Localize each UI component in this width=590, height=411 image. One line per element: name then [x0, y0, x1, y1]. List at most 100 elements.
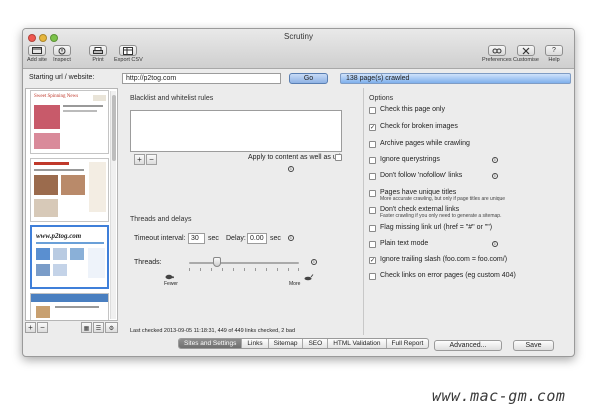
threads-info-icon[interactable]: i: [311, 259, 317, 265]
fewer-label: Fewer: [164, 281, 178, 287]
save-button[interactable]: Save: [513, 340, 554, 351]
threads-slider-knob[interactable]: [213, 257, 221, 267]
option-checkbox[interactable]: [369, 173, 376, 180]
tab-html-validation[interactable]: HTML Validation: [328, 339, 387, 348]
thumbnail-text-line: [34, 162, 69, 165]
delay-input[interactable]: 0.00: [247, 233, 267, 244]
option-label: Check this page only: [380, 106, 445, 113]
slider-tick: [233, 268, 234, 271]
option-check-error-pages[interactable]: Check links on error pages (eg custom 40…: [369, 272, 516, 280]
remove-rule-button[interactable]: −: [146, 154, 157, 165]
advanced-button[interactable]: Advanced...: [434, 340, 502, 351]
thumbnail-photo: [36, 264, 50, 276]
thumbnail-photo: [34, 105, 60, 129]
option-text: Archive pages while crawling: [380, 140, 470, 147]
thumbnail-column: [89, 162, 106, 212]
threads-slider-ticks: [189, 268, 299, 271]
gear-icon: ⚙: [108, 326, 115, 332]
site-thumbnail[interactable]: [30, 293, 109, 320]
option-label: Archive pages while crawling: [380, 140, 470, 147]
slider-tick: [298, 268, 299, 271]
thumbnail-text-line: [34, 169, 84, 171]
starting-url-input[interactable]: http://p2tog.com: [122, 73, 281, 84]
customise-button[interactable]: Customise: [513, 45, 539, 63]
thumbnail-heading: Sweet Spinning News: [34, 94, 79, 99]
option-plain-text-mode[interactable]: Plain text mode: [369, 240, 428, 248]
print-label: Print: [92, 57, 104, 63]
option-check-broken-images[interactable]: ✓ Check for broken images: [369, 123, 458, 131]
slider-tick: [211, 268, 212, 271]
tab-sitemap[interactable]: Sitemap: [269, 339, 304, 348]
apply-info-icon[interactable]: i: [288, 166, 294, 172]
remove-site-button[interactable]: −: [37, 322, 48, 333]
scrutiny-window: Scrutiny Add site Inspect Print Export C…: [22, 28, 575, 357]
option-dont-check-external[interactable]: Don't check external links Faster crawlin…: [369, 206, 501, 219]
thumbnail-text-line: [55, 306, 99, 308]
add-site-button[interactable]: Add site: [27, 45, 47, 63]
tab-full-report[interactable]: Full Report: [387, 339, 429, 348]
option-checkbox[interactable]: [369, 207, 376, 214]
site-thumbnail-selected[interactable]: www.p2tog.com: [30, 225, 109, 289]
option-label: Ignore trailing slash (foo.com = foo.com…: [380, 256, 508, 263]
option-ignore-trailing-slash[interactable]: ✓ Ignore trailing slash (foo.com = foo.co…: [369, 256, 507, 264]
option-checkbox[interactable]: ✓: [369, 257, 376, 264]
info-icon[interactable]: i: [492, 157, 498, 163]
apply-to-content-checkbox[interactable]: [335, 154, 342, 161]
option-dont-follow-nofollow[interactable]: Don't follow 'nofollow' links: [369, 172, 462, 180]
threads-label: Threads:: [134, 259, 162, 266]
option-text: Check for broken images: [380, 123, 458, 130]
option-checkbox[interactable]: [369, 107, 376, 114]
list-view-button[interactable]: ☰: [93, 322, 104, 333]
apply-to-content-label: Apply to content as well as url: [248, 154, 341, 161]
export-csv-button[interactable]: Export CSV: [114, 45, 143, 63]
thumbnail-text-line: [63, 105, 103, 107]
help-button[interactable]: ? Help: [545, 45, 563, 63]
option-checkbox[interactable]: [369, 225, 376, 232]
option-checkbox[interactable]: ✓: [369, 124, 376, 131]
panel-divider: [363, 88, 364, 335]
option-check-this-page-only[interactable]: Check this page only: [369, 106, 445, 114]
option-text: Flag missing link url (href = "#" or ""): [380, 224, 492, 231]
timeout-input[interactable]: 30: [188, 233, 205, 244]
thumbnail-scrollbar[interactable]: [110, 91, 116, 319]
go-button[interactable]: Go: [289, 73, 328, 84]
tab-seo[interactable]: SEO: [303, 339, 329, 348]
option-archive-pages[interactable]: Archive pages while crawling: [369, 140, 470, 148]
info-icon[interactable]: i: [492, 241, 498, 247]
site-actions-button[interactable]: ⚙: [105, 322, 118, 333]
print-button[interactable]: Print: [89, 45, 107, 63]
customise-icon: [516, 45, 535, 56]
blacklist-rules-list[interactable]: [130, 110, 342, 152]
inspect-button[interactable]: Inspect: [53, 45, 71, 63]
delay-info-icon[interactable]: i: [288, 235, 294, 241]
option-checkbox[interactable]: [369, 157, 376, 164]
add-rule-button[interactable]: +: [134, 154, 145, 165]
option-label: Ignore querystrings: [380, 156, 440, 163]
grid-view-button[interactable]: ▦: [81, 322, 92, 333]
option-checkbox[interactable]: [369, 190, 376, 197]
option-text: Ignore querystrings: [380, 156, 440, 163]
option-checkbox[interactable]: [369, 273, 376, 280]
option-checkbox[interactable]: [369, 141, 376, 148]
option-pages-unique-titles[interactable]: Pages have unique titles More accurate cr…: [369, 189, 505, 202]
site-thumbnail-list[interactable]: Sweet Spinning News www.p2tog.com: [25, 88, 118, 321]
option-checkbox[interactable]: [369, 241, 376, 248]
url-bar: Starting url / website: http://p2tog.com…: [23, 70, 574, 87]
add-site-small-button[interactable]: +: [25, 322, 36, 333]
scrollbar-thumb[interactable]: [112, 95, 116, 161]
option-flag-missing-link-url[interactable]: Flag missing link url (href = "#" or ""): [369, 224, 492, 232]
list-icon: ☰: [95, 326, 102, 332]
preferences-button[interactable]: Preferences: [482, 45, 512, 63]
site-thumbnail[interactable]: Sweet Spinning News: [30, 90, 109, 154]
slider-tick: [288, 268, 289, 271]
site-thumbnail[interactable]: [30, 158, 109, 222]
info-icon[interactable]: i: [492, 173, 498, 179]
option-ignore-querystrings[interactable]: Ignore querystrings: [369, 156, 440, 164]
timeout-label: Timeout interval:: [134, 235, 186, 242]
thumbnail-column: [88, 248, 105, 278]
help-icon: ?: [545, 45, 563, 56]
tab-sites-and-settings[interactable]: Sites and Settings: [179, 339, 243, 348]
tab-links[interactable]: Links: [242, 339, 269, 348]
threads-slider[interactable]: [189, 257, 299, 267]
thumbnail-photo: [34, 133, 60, 149]
